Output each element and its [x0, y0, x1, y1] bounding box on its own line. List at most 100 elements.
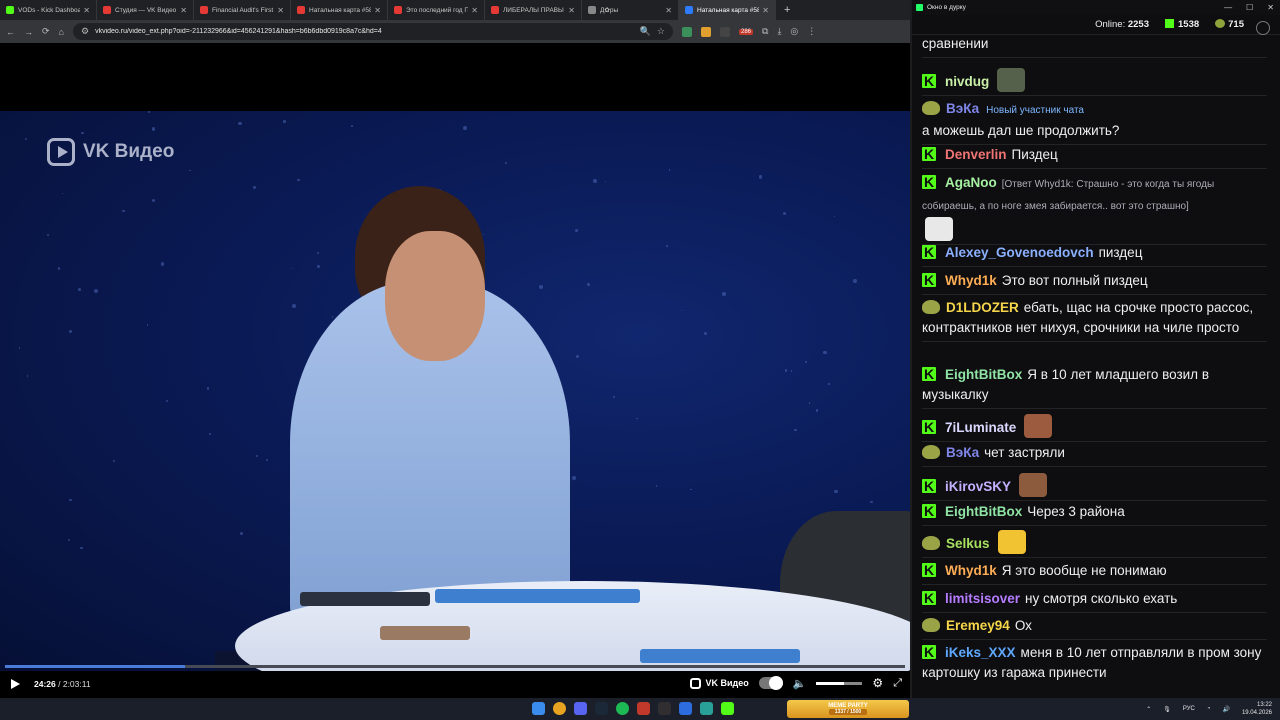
browser-tab[interactable]: VODs - Kick Dashboard ✕ [0, 0, 97, 20]
chat-username[interactable]: Whyd1k [945, 273, 997, 288]
steam-icon[interactable] [595, 702, 608, 715]
tab-favicon-icon [103, 6, 111, 14]
network-icon[interactable]: ◔ [1207, 706, 1211, 712]
chat-username[interactable]: EightBitBox [945, 367, 1022, 382]
chat-username[interactable]: Denverlin [945, 147, 1007, 162]
chrome-icon[interactable] [553, 702, 566, 715]
minimize-icon[interactable]: — [1224, 3, 1232, 12]
tray-chevron-icon[interactable]: ⌃ [1146, 706, 1151, 713]
chat-username[interactable]: Whyd1k [945, 563, 997, 578]
language-indicator[interactable]: РУС [1183, 706, 1195, 712]
chat-message-text: Я это вообще не понимаю [1001, 563, 1167, 578]
browser-tab[interactable]: Студия — VK Видео Li ✕ [97, 0, 194, 20]
background-light [462, 126, 467, 131]
vk-logo-icon [690, 677, 702, 689]
clock-date: 19.04.2026 [1241, 710, 1272, 716]
tab-close-icon[interactable]: ✕ [277, 6, 284, 15]
chat-username[interactable]: AgaNoo [945, 175, 997, 190]
site-info-icon[interactable]: ⚙ [81, 26, 89, 37]
start-icon[interactable] [532, 702, 545, 715]
chat-message: D1LDOZER ебать, щас на срочке просто расс… [922, 298, 1267, 342]
tab-close-icon[interactable]: ✕ [665, 6, 672, 15]
clock[interactable]: 13:22 19.04.2026 [1242, 701, 1272, 717]
tab-close-icon[interactable]: ✕ [180, 6, 187, 15]
volume-icon[interactable]: 🔈 [793, 677, 807, 690]
browser-tab[interactable]: Д✿ры ✕ [582, 0, 679, 20]
browser-window: VODs - Kick Dashboard ✕ Студия — VK Видео … [0, 0, 910, 698]
extension-icon[interactable] [719, 26, 730, 37]
tab-close-icon[interactable]: ✕ [374, 6, 381, 15]
volume-slider[interactable] [816, 681, 863, 685]
settings-gear-icon[interactable]: ⚙ [872, 676, 883, 690]
profile-icon[interactable]: ◎ [790, 26, 798, 37]
chat-message: Eremey94 Ох [922, 616, 1267, 640]
back-icon[interactable]: ← [6, 27, 15, 37]
emote-icon [1024, 414, 1053, 438]
chat-username[interactable]: 7iLuminate [945, 420, 1016, 435]
tab-close-icon[interactable]: ✕ [471, 6, 478, 15]
spotify-icon[interactable] [616, 702, 629, 715]
forward-icon[interactable]: → [24, 27, 33, 37]
chat-username[interactable]: limitsisover [945, 591, 1020, 606]
browser-tab[interactable]: Financial Audit's First F ✕ [194, 0, 291, 20]
tab-close-icon[interactable]: ✕ [568, 6, 575, 15]
extension-icon[interactable] [681, 26, 692, 37]
download-icon[interactable]: ⤓ [777, 26, 781, 37]
fullscreen-icon[interactable]: ⤢ [893, 677, 902, 690]
chat-username[interactable]: iKeks_XXX [945, 645, 1016, 660]
right-controls: VK Видео 🔈 ⚙ ⤢ [690, 676, 902, 690]
obs-icon[interactable] [658, 702, 671, 715]
new-tab-button[interactable]: + [776, 4, 798, 16]
chat-username[interactable]: EightBitBox [945, 504, 1022, 519]
tab-close-icon[interactable]: ✕ [762, 6, 769, 15]
browser-tab[interactable]: Натальная карта #58 // ✕ [291, 0, 388, 20]
background-light [68, 330, 72, 334]
chat-settings-icon[interactable] [1256, 21, 1270, 35]
tab-close-icon[interactable]: ✕ [83, 6, 90, 15]
chat-window-title: Окно в дурку [927, 4, 966, 11]
vk-video-link[interactable]: VK Видео [690, 677, 749, 689]
maximize-icon[interactable]: ☐ [1246, 3, 1253, 12]
pepe-icon [1215, 19, 1226, 28]
speaker-icon[interactable]: 🔊 [1222, 706, 1229, 713]
chat-username[interactable]: ВэКа [946, 445, 979, 460]
autoplay-toggle[interactable] [758, 676, 783, 690]
kick-app-icon[interactable] [721, 702, 734, 715]
tab-label: Д✿ры [600, 7, 619, 14]
close-icon[interactable]: ✕ [1267, 3, 1274, 12]
background-light [612, 395, 616, 398]
chat-username[interactable]: Selkus [946, 536, 990, 551]
address-bar[interactable]: ⚙ vkvideo.ru/video_ext.php?oid=-21123296… [72, 23, 673, 40]
telegram-icon[interactable] [700, 702, 713, 715]
chat-username[interactable]: nivdug [945, 74, 989, 89]
bookmark-star-icon[interactable]: ☆ [657, 26, 665, 37]
chat-username[interactable]: ВэКа [946, 101, 979, 116]
zoom-icon[interactable]: 🔍 [640, 26, 651, 37]
meme-party-widget[interactable]: MEME PARTY 1337 / 1500 [787, 700, 909, 718]
vk-logo-icon [47, 138, 75, 166]
background-light [77, 288, 81, 292]
menu-icon[interactable]: ⋮ [807, 26, 816, 37]
browser-tab[interactable]: Натальная карта #58 //✕ [679, 0, 776, 20]
reload-icon[interactable]: ⟳ [42, 26, 50, 37]
video-player[interactable]: VK Видео 24:26 / 2:03:11 VK Видео 🔈 ⚙ ⤢ [0, 43, 910, 698]
chat-username[interactable]: iKirovSKY [945, 479, 1011, 494]
browser-tab[interactable]: ЛИБЕРАЛЫ ПРАВЫ В ✕ [485, 0, 582, 20]
media-icon[interactable] [679, 702, 692, 715]
home-icon[interactable]: ⌂ [59, 27, 64, 37]
tab-label: Это последний год П [406, 6, 469, 14]
app-icon[interactable] [637, 702, 650, 715]
chat-username[interactable]: Eremey94 [946, 618, 1010, 633]
microphone-icon[interactable]: 🎙 [1163, 706, 1171, 713]
kick-icon [1165, 19, 1174, 28]
browser-tab[interactable]: Это последний год П ✕ [388, 0, 485, 20]
extension-icon[interactable] [700, 26, 711, 37]
chat-username[interactable]: D1LDOZER [946, 300, 1019, 315]
extensions-puzzle-icon[interactable]: ⧉ [762, 26, 768, 37]
play-button[interactable] [8, 677, 22, 691]
progress-bar[interactable] [5, 665, 905, 668]
chat-username[interactable]: Alexey_Govenoedovch [945, 245, 1094, 260]
progress-fill [5, 665, 185, 668]
discord-icon[interactable] [574, 702, 587, 715]
background-light [504, 161, 508, 165]
